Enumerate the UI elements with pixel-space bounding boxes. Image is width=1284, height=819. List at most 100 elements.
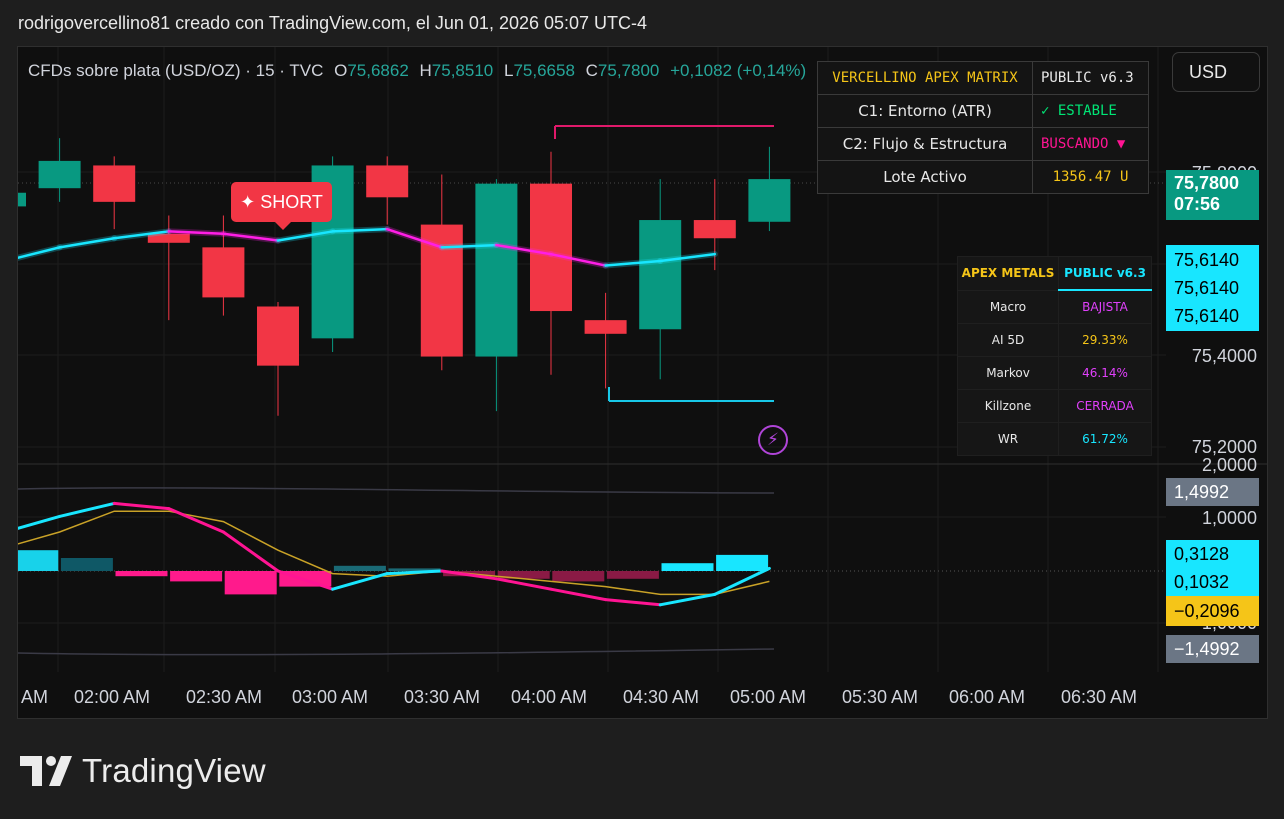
histogram-bar bbox=[333, 565, 386, 571]
close-value: 75,7800 bbox=[597, 61, 660, 80]
osc-slow-line bbox=[18, 510, 770, 596]
time-axis-label: 04:30 AM bbox=[623, 687, 700, 707]
time-axis-label: 04:00 AM bbox=[511, 687, 588, 707]
apex-row-value: CERRADA bbox=[1058, 389, 1152, 423]
cyan-price-tag: 75,6140 bbox=[1174, 278, 1240, 298]
osc-fast-line bbox=[385, 569, 444, 576]
histogram-bar bbox=[552, 571, 605, 582]
matrix-row-label: C2: Flujo & Estructura bbox=[817, 127, 1033, 161]
apex-row-value: 61.72% bbox=[1058, 422, 1152, 456]
cyan-price-tags: 75,6140 75,6140 75,6140 bbox=[1166, 245, 1259, 331]
osc-cyan-tags: 0,3128 0,1032 bbox=[1166, 540, 1259, 596]
short-signal-badge: ✦ SHORT bbox=[231, 182, 332, 230]
osc-cyan-tag: 0,1032 bbox=[1174, 572, 1230, 592]
osc-fast-line bbox=[713, 566, 771, 596]
tradingview-logo-icon bbox=[20, 756, 72, 786]
apex-row-value: 46.14% bbox=[1058, 356, 1152, 390]
apex-row-label: Macro bbox=[957, 289, 1059, 324]
candle-body bbox=[475, 183, 518, 357]
candle-body bbox=[18, 192, 26, 207]
osc-band-upper bbox=[18, 487, 775, 494]
tradingview-logo[interactable]: TradingView bbox=[20, 752, 266, 790]
low-value: 75,6658 bbox=[513, 61, 575, 80]
matrix-row-value: ✓ ESTABLE bbox=[1032, 94, 1149, 128]
band-upper-tag: 1,4992 bbox=[1166, 478, 1259, 506]
apex-version: PUBLIC v6.3 bbox=[1058, 256, 1152, 291]
currency-button[interactable]: USD bbox=[1172, 52, 1260, 92]
matrix-row-value: BUSCANDO ▼ bbox=[1032, 127, 1149, 161]
apex-row-label: Killzone bbox=[957, 389, 1059, 423]
histogram-bar bbox=[716, 554, 769, 571]
open-label: O bbox=[334, 61, 348, 80]
band-lower-tag: −1,4992 bbox=[1166, 635, 1259, 663]
apex-row-label: AI 5D bbox=[957, 323, 1059, 357]
candle-body bbox=[639, 220, 682, 330]
osc-fast-line bbox=[658, 592, 717, 607]
apex-row-value: 29.33% bbox=[1058, 323, 1152, 357]
candle-body bbox=[38, 160, 81, 189]
histogram-bar bbox=[606, 571, 659, 579]
osc-axis-label: 2,0000 bbox=[1201, 455, 1257, 475]
ohlc-legend: CFDs sobre plata (USD/OZ) · 15 · TVC O75… bbox=[28, 61, 806, 81]
matrix-row-label: C1: Entorno (ATR) bbox=[817, 94, 1033, 128]
bar-countdown: 07:56 bbox=[1174, 194, 1221, 214]
tradingview-brand: TradingView bbox=[82, 752, 266, 789]
close-label: C bbox=[585, 61, 598, 80]
apex-row-label: Markov bbox=[957, 356, 1059, 390]
osc-cyan-tag: 0,3128 bbox=[1174, 544, 1230, 564]
time-axis-label: 03:30 AM bbox=[404, 687, 481, 707]
osc-fast-line bbox=[221, 530, 280, 573]
symbol-title[interactable]: CFDs sobre plata (USD/OZ) · 15 · TVC bbox=[28, 61, 323, 80]
matrix-title: VERCELLINO APEX MATRIX bbox=[817, 61, 1033, 95]
high-value: 75,8510 bbox=[431, 61, 494, 80]
osc-fast-line bbox=[331, 572, 389, 591]
osc-fast-line bbox=[112, 501, 171, 511]
apex-row-value: BAJISTA bbox=[1058, 289, 1152, 324]
candle-body bbox=[93, 165, 136, 202]
osc-axis-label: 1,0000 bbox=[1201, 508, 1257, 528]
high-label: H bbox=[419, 61, 432, 80]
candle-body bbox=[202, 247, 245, 298]
time-axis-label: AM bbox=[21, 687, 48, 707]
chart-panel[interactable]: CFDs sobre plata (USD/OZ) · 15 · TVC O75… bbox=[17, 46, 1268, 719]
apex-matrix-table: VERCELLINO APEX MATRIX PUBLIC v6.3 C1: E… bbox=[817, 61, 1149, 194]
candle-body bbox=[748, 179, 791, 222]
histogram-bar bbox=[18, 550, 59, 571]
histogram-bar bbox=[661, 563, 714, 571]
osc-fast-line bbox=[604, 598, 662, 607]
osc-yellow-tag: −0,2096 bbox=[1166, 596, 1259, 626]
time-axis-label: 06:00 AM bbox=[949, 687, 1026, 707]
osc-band-lower bbox=[18, 648, 775, 656]
time-axis-label: 06:30 AM bbox=[1061, 687, 1138, 707]
osc-fast-line bbox=[18, 514, 62, 530]
histogram-bar bbox=[224, 571, 277, 595]
matrix-version: PUBLIC v6.3 bbox=[1032, 61, 1149, 95]
lightning-icon[interactable]: ⚡ bbox=[758, 425, 788, 455]
candle-body bbox=[257, 306, 299, 366]
time-axis-label: 05:30 AM bbox=[842, 687, 919, 707]
histogram-bar bbox=[115, 571, 168, 577]
apex-row-label: WR bbox=[957, 422, 1059, 456]
candle-body bbox=[693, 220, 736, 239]
ma-line bbox=[58, 237, 116, 249]
matrix-row-label: Lote Activo bbox=[817, 160, 1033, 194]
apex-title: APEX METALS bbox=[957, 256, 1059, 291]
candle-body bbox=[530, 183, 572, 312]
cyan-price-tag: 75,6140 bbox=[1174, 250, 1240, 270]
matrix-row-value: 1356.47 U bbox=[1032, 160, 1149, 194]
histogram-bar bbox=[170, 571, 223, 582]
time-axis-label: 05:00 AM bbox=[730, 687, 807, 707]
osc-fast-line bbox=[549, 587, 608, 602]
current-price-tag: 75,7800 07:56 bbox=[1166, 170, 1259, 220]
candle-body bbox=[584, 320, 627, 334]
time-axis-label: 03:00 AM bbox=[292, 687, 369, 707]
candle-body bbox=[366, 165, 409, 198]
histogram-bar bbox=[60, 558, 113, 571]
time-axis-label: 02:00 AM bbox=[74, 687, 151, 707]
current-price: 75,7800 bbox=[1174, 173, 1240, 193]
apex-metals-table: APEX METALS PUBLIC v6.3 Macro BAJISTA AI… bbox=[957, 256, 1152, 456]
cyan-price-tag: 75,6140 bbox=[1174, 306, 1240, 326]
time-axis-label: 02:30 AM bbox=[186, 687, 263, 707]
open-value: 75,6862 bbox=[347, 61, 409, 80]
header-credit: rodrigovercellino81 creado con TradingVi… bbox=[18, 13, 648, 33]
